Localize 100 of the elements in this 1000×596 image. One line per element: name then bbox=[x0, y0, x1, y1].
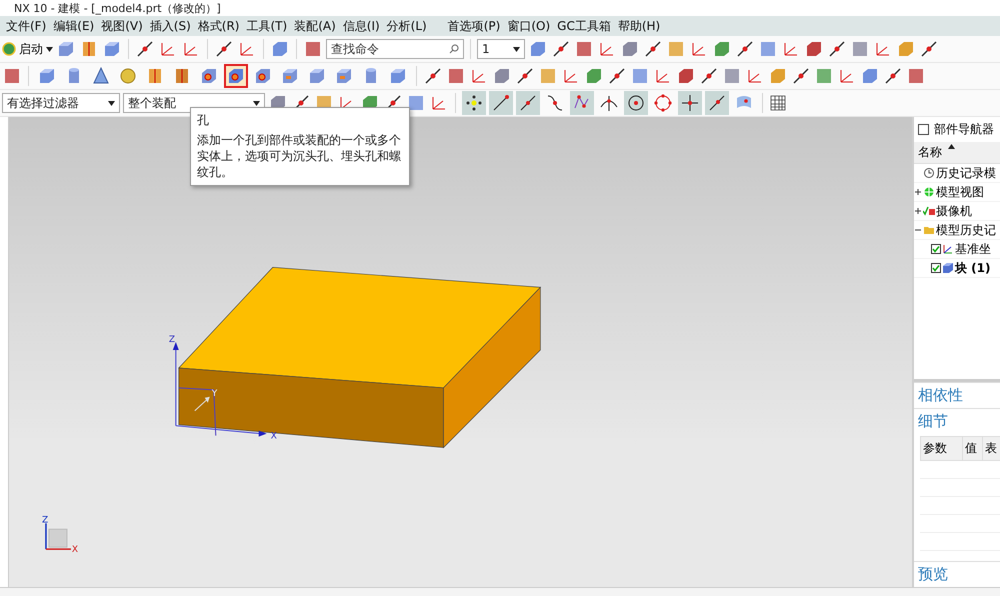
start-menu[interactable]: 启动 bbox=[19, 40, 43, 58]
dependencies-section[interactable]: 相依性 bbox=[914, 382, 1000, 408]
selection-filter-dropdown[interactable]: 有选择过滤器 bbox=[2, 93, 120, 113]
intersect-snap-icon bbox=[599, 93, 619, 113]
details-section[interactable]: 细节 bbox=[914, 408, 1000, 434]
snap-button[interactable] bbox=[489, 91, 513, 115]
curve-snap-icon bbox=[545, 93, 565, 113]
globe-icon[interactable] bbox=[2, 41, 16, 57]
block-icon bbox=[942, 262, 954, 274]
hole-icon bbox=[226, 66, 246, 86]
tree-label: 模型视图 bbox=[936, 184, 984, 200]
menu-item[interactable]: 分析(L) bbox=[386, 18, 427, 34]
checkbox[interactable] bbox=[931, 263, 941, 273]
menu-item[interactable]: 工具(T) bbox=[246, 18, 288, 34]
tree-item[interactable]: 摄像机 bbox=[914, 202, 1000, 221]
line-point-icon[interactable] bbox=[883, 66, 903, 86]
grid-icon[interactable] bbox=[769, 94, 787, 112]
command-search-field[interactable]: 查找命令 bbox=[326, 39, 464, 59]
square-icon[interactable] bbox=[446, 66, 466, 86]
line-point-icon[interactable] bbox=[699, 66, 719, 86]
line-point-icon[interactable] bbox=[919, 39, 939, 59]
line-point-icon[interactable] bbox=[735, 39, 755, 59]
square-icon[interactable] bbox=[906, 66, 926, 86]
menu-item[interactable]: 视图(V) bbox=[101, 18, 143, 34]
line-point-icon[interactable] bbox=[607, 66, 627, 86]
cube-icon bbox=[37, 66, 57, 86]
snap-button[interactable] bbox=[462, 91, 486, 115]
snap-button[interactable] bbox=[516, 91, 540, 115]
cube-icon[interactable] bbox=[804, 39, 824, 59]
line-point-icon[interactable] bbox=[423, 66, 443, 86]
line-snap-icon bbox=[707, 93, 727, 113]
tree-item[interactable]: 模型历史记 bbox=[914, 221, 1000, 240]
tree-label: 摄像机 bbox=[936, 202, 972, 220]
panel-title: 部件导航器 bbox=[934, 121, 994, 138]
clock-icon bbox=[923, 167, 935, 179]
expand-toggle[interactable] bbox=[914, 188, 922, 196]
tooltip-text: 添加一个孔到部件或装配的一个或多个实体上，选项可为沉头孔、埋头孔和螺纹孔。 bbox=[197, 132, 402, 180]
search-icon bbox=[449, 44, 459, 54]
menu-item[interactable]: 装配(A) bbox=[294, 18, 336, 34]
folder-icon bbox=[923, 224, 935, 236]
square-icon[interactable] bbox=[303, 39, 323, 59]
tree-label: 块 (1) bbox=[955, 260, 990, 276]
snap-button[interactable] bbox=[624, 91, 648, 115]
window-title: NX 10 - 建模 - [_model4.prt（修改的）] bbox=[14, 0, 221, 16]
axis-label: Z bbox=[42, 515, 48, 526]
camera-icon bbox=[923, 205, 935, 217]
menu-item[interactable]: 插入(S) bbox=[150, 18, 191, 34]
datum-plane-outline bbox=[178, 387, 216, 436]
menu-item[interactable]: 帮助(H) bbox=[618, 18, 660, 34]
pocket-icon bbox=[280, 66, 300, 86]
menu-item[interactable]: 文件(F) bbox=[6, 18, 46, 34]
menu-item[interactable]: 首选项(P) bbox=[448, 18, 500, 34]
column-header: 值 bbox=[963, 436, 983, 460]
tree-label: 历史记录模 bbox=[936, 164, 996, 182]
line-point-icon[interactable] bbox=[827, 39, 847, 59]
mid-snap-icon bbox=[518, 93, 538, 113]
cube-icon[interactable] bbox=[270, 39, 290, 59]
center-snap-icon bbox=[626, 93, 646, 113]
layer-dropdown[interactable]: 1 bbox=[477, 39, 525, 59]
expand-toggle[interactable] bbox=[914, 207, 922, 215]
slot-icon bbox=[334, 66, 354, 86]
tooltip-title: 孔 bbox=[197, 112, 210, 128]
panel-icon bbox=[918, 124, 929, 135]
cone-icon bbox=[91, 66, 111, 86]
square-icon[interactable] bbox=[2, 66, 22, 86]
tree-item[interactable]: 模型视图 bbox=[914, 183, 1000, 202]
line-point-icon[interactable] bbox=[791, 66, 811, 86]
column-header: 参数 bbox=[921, 436, 963, 460]
tree-item[interactable]: 块 (1) bbox=[914, 259, 1000, 278]
tree-label: 基准坐 bbox=[955, 240, 991, 258]
square-icon[interactable] bbox=[574, 39, 594, 59]
line-point-icon[interactable] bbox=[551, 39, 571, 59]
dropdown-caret-icon bbox=[108, 100, 115, 106]
axis-label: Z bbox=[168, 335, 175, 346]
cross-snap-icon bbox=[680, 93, 700, 113]
sort-arrow-icon bbox=[948, 144, 955, 149]
sphere-icon bbox=[118, 66, 138, 86]
line-point-icon[interactable] bbox=[214, 39, 234, 59]
boss-icon bbox=[199, 66, 219, 86]
line-point-icon[interactable] bbox=[515, 66, 535, 86]
feature-tool-button[interactable] bbox=[224, 64, 248, 88]
snap-button[interactable] bbox=[678, 91, 702, 115]
menu-item[interactable]: 编辑(E) bbox=[53, 18, 94, 34]
checkbox[interactable] bbox=[931, 244, 941, 254]
quadrant-snap-icon bbox=[653, 93, 673, 113]
menu-item[interactable]: 信息(I) bbox=[342, 18, 380, 34]
tree-item[interactable]: 基准坐 bbox=[914, 240, 1000, 259]
line-point-icon[interactable] bbox=[643, 39, 663, 59]
views-icon bbox=[923, 186, 935, 198]
cube-icon[interactable] bbox=[676, 66, 696, 86]
boss-icon bbox=[253, 66, 273, 86]
point-snap-icon bbox=[464, 93, 484, 113]
menu-item[interactable]: 格式(R) bbox=[198, 18, 240, 34]
snap-button[interactable] bbox=[705, 91, 729, 115]
y-axis-arrow bbox=[194, 396, 210, 412]
tree-item[interactable]: 历史记录模 bbox=[914, 164, 1000, 183]
menu-item[interactable]: GC工具箱 bbox=[557, 18, 611, 34]
line-point-icon[interactable] bbox=[135, 39, 155, 59]
menu-item[interactable]: 窗口(O) bbox=[507, 18, 550, 34]
axis-label: X bbox=[270, 432, 277, 442]
